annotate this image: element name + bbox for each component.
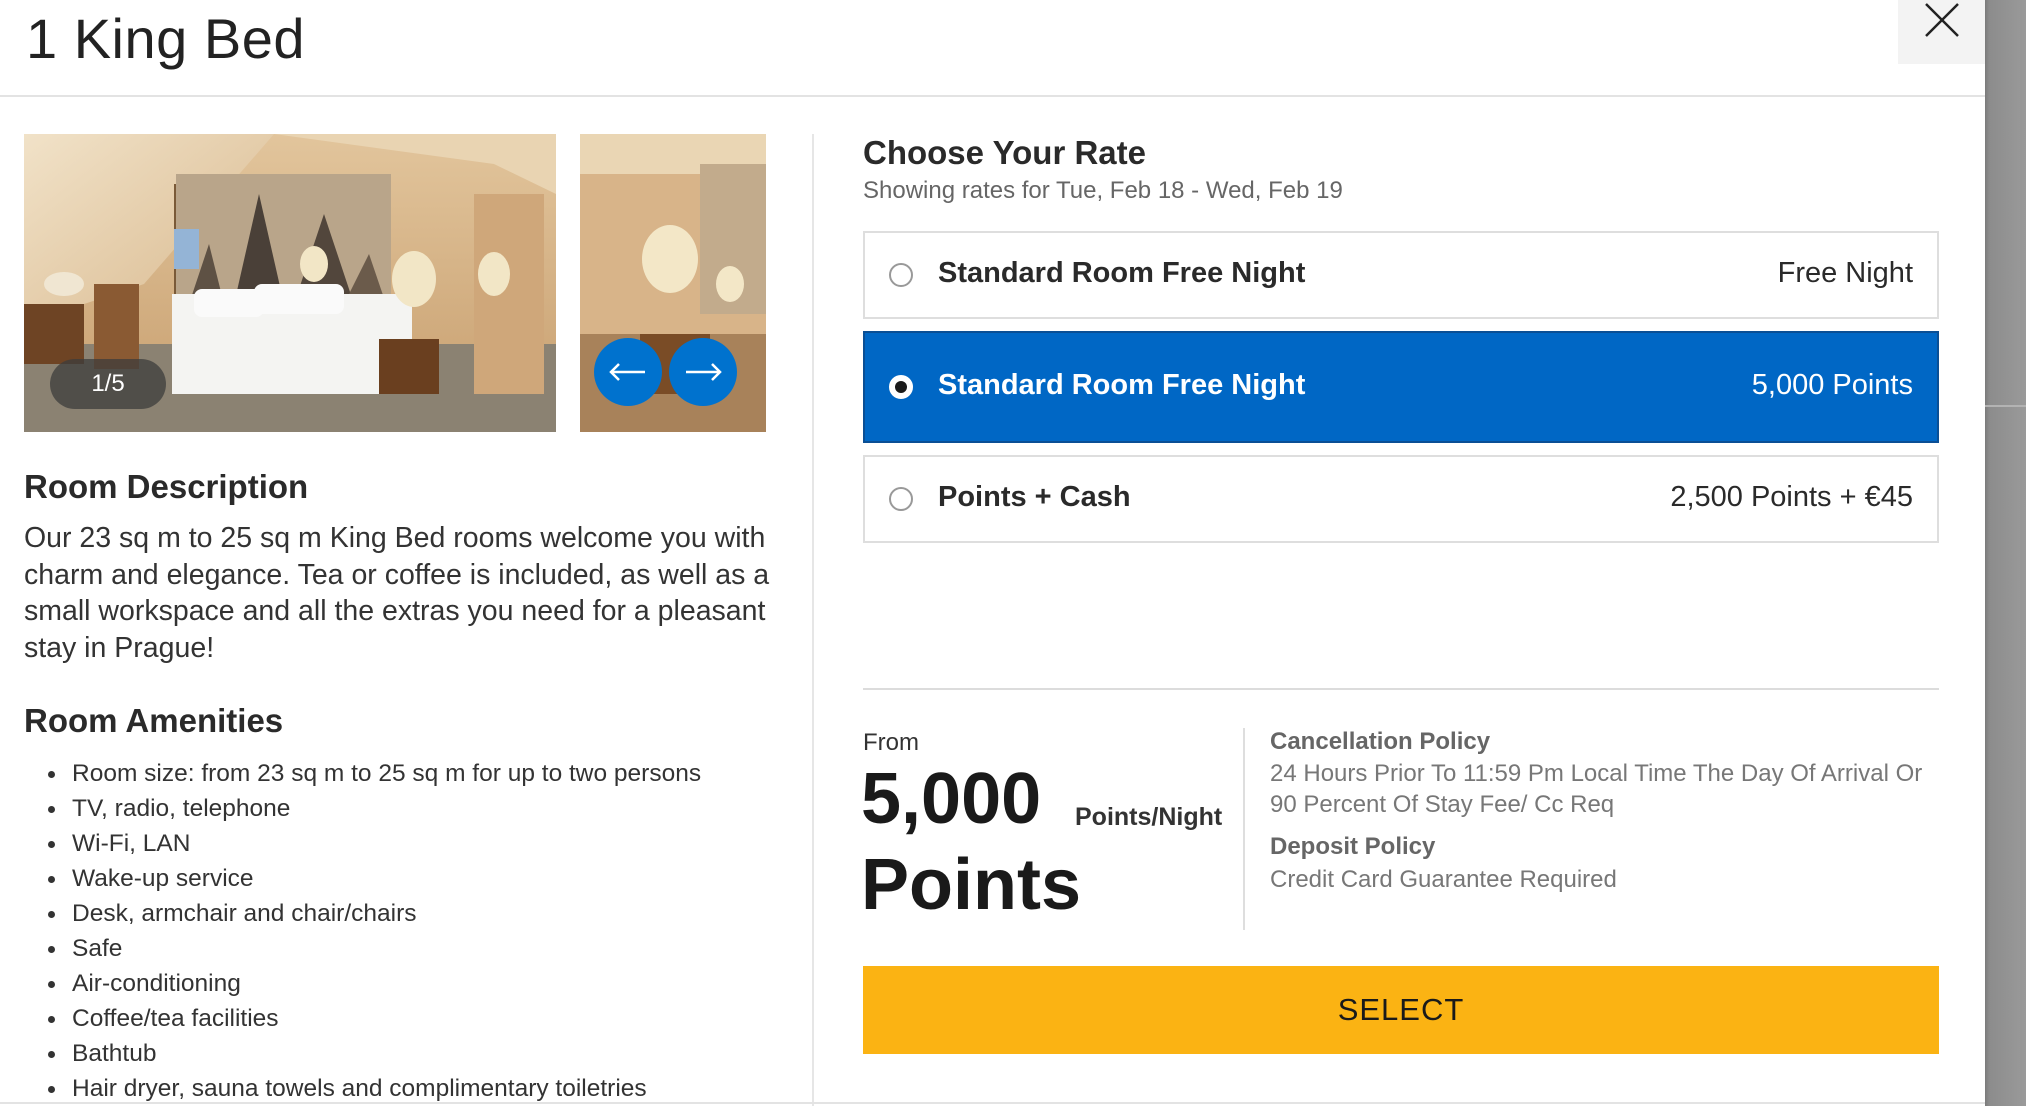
arrow-right-icon — [686, 363, 722, 381]
photo-counter: 1/5 — [50, 359, 166, 409]
radio-button[interactable] — [889, 487, 913, 511]
arrow-left-icon — [609, 363, 645, 381]
room-description-heading: Room Description — [24, 468, 309, 505]
photo-divider — [556, 134, 580, 432]
rate-dates-subheading: Showing rates for Tue, Feb 18 - Wed, Feb… — [863, 177, 1343, 204]
page-title: 1 King Bed — [26, 7, 305, 70]
radio-button-selected[interactable] — [889, 375, 913, 399]
list-item: Room size: from 23 sq m to 25 sq m for u… — [24, 756, 784, 791]
next-photo-button[interactable] — [669, 338, 737, 406]
modal-header: 1 King Bed — [0, 0, 1985, 97]
deposit-policy-text: Credit Card Guarantee Required — [1270, 866, 1617, 893]
section-divider — [863, 688, 1939, 690]
from-label: From — [863, 729, 919, 756]
room-detail-modal: 1 King Bed 1/5 Room Description Our 23 s… — [0, 0, 1985, 1106]
choose-rate-heading: Choose Your Rate — [863, 134, 1146, 171]
price-unit: Points/Night — [1075, 803, 1223, 831]
cancellation-policy-text: 24 Hours Prior To 11:59 Pm Local Time Th… — [1270, 760, 1923, 818]
list-item: Wake-up service — [24, 861, 784, 896]
policy-divider — [1243, 728, 1245, 930]
list-item: Safe — [24, 931, 784, 966]
list-item: Coffee/tea facilities — [24, 1001, 784, 1036]
room-description-text: Our 23 sq m to 25 sq m King Bed rooms we… — [24, 522, 770, 664]
cancellation-policy-heading: Cancellation Policy — [1270, 728, 1491, 755]
list-item: Hair dryer, sauna towels and complimenta… — [24, 1071, 784, 1106]
modal-bottom-edge — [0, 1102, 1985, 1104]
rate-option-price: 2,500 Points + €45 — [1670, 481, 1913, 513]
list-item: Wi-Fi, LAN — [24, 826, 784, 861]
amenities-list: Room size: from 23 sq m to 25 sq m for u… — [24, 756, 784, 1106]
close-icon — [1925, 3, 1959, 37]
rate-option-name: Standard Room Free Night — [938, 369, 1306, 401]
price-amount: 5,000 Points — [861, 759, 1082, 925]
rate-option-price: Free Night — [1777, 257, 1913, 289]
rate-option-name: Standard Room Free Night — [938, 257, 1306, 289]
room-photo-gallery[interactable]: 1/5 — [24, 134, 766, 432]
rate-option-points[interactable]: Standard Room Free Night 5,000 Points — [863, 331, 1939, 443]
rate-option-points-cash[interactable]: Points + Cash 2,500 Points + €45 — [863, 455, 1939, 543]
select-button[interactable]: SELECT — [863, 966, 1939, 1054]
deposit-policy-heading: Deposit Policy — [1270, 833, 1436, 860]
rate-option-price: 5,000 Points — [1751, 369, 1913, 401]
column-divider — [812, 134, 814, 1106]
backdrop-divider — [1985, 405, 2026, 407]
radio-button[interactable] — [889, 263, 913, 287]
room-amenities-heading: Room Amenities — [24, 702, 284, 739]
modal-backdrop[interactable] — [1985, 0, 2026, 1106]
list-item: Air-conditioning — [24, 966, 784, 1001]
list-item: TV, radio, telephone — [24, 791, 784, 826]
list-item: Bathtub — [24, 1036, 784, 1071]
rate-option-free-night[interactable]: Standard Room Free Night Free Night — [863, 231, 1939, 319]
rate-option-name: Points + Cash — [938, 481, 1131, 513]
list-item: Desk, armchair and chair/chairs — [24, 896, 784, 931]
previous-photo-button[interactable] — [594, 338, 662, 406]
close-button[interactable] — [1898, 0, 1985, 64]
